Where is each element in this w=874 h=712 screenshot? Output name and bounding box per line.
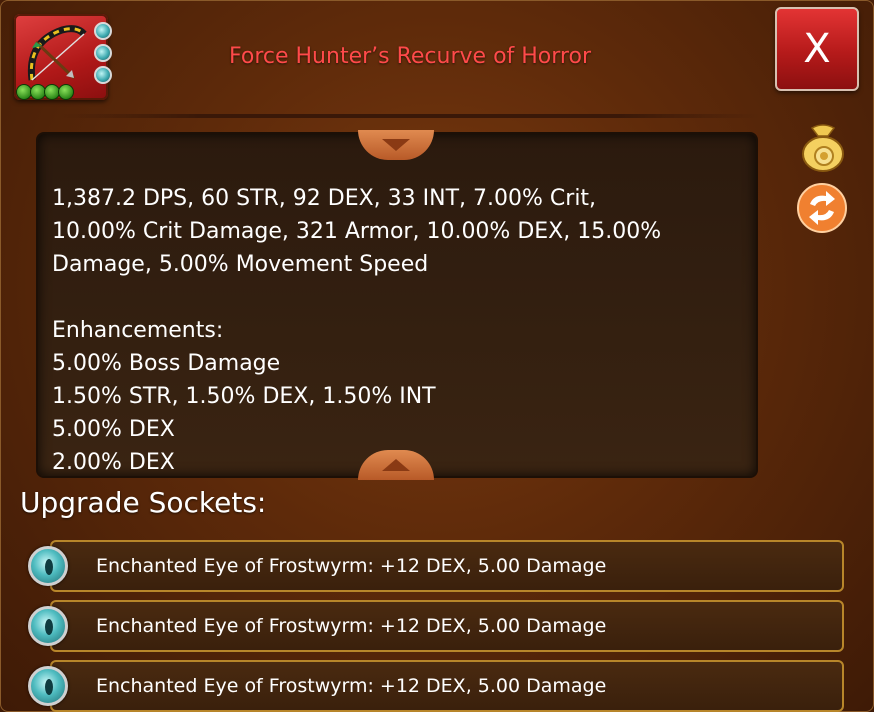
enhancements-heading: Enhancements:	[52, 318, 224, 343]
swap-item-icon[interactable]	[796, 182, 848, 234]
socket-gem-mini-icon	[94, 22, 112, 40]
socket-row[interactable]: Enchanted Eye of Frostwyrm: +12 DEX, 5.0…	[50, 660, 844, 712]
item-stats-panel[interactable]: 1,387.2 DPS, 60 STR, 92 DEX, 33 INT, 7.0…	[36, 132, 758, 478]
stats-line-partial: 1,387.2 DPS, 60 STR, 92 DEX, 33 INT, 7.0…	[52, 186, 597, 211]
enhancement-line: 1.50% STR, 1.50% DEX, 1.50% INT	[52, 384, 436, 409]
socket-gem-mini-icon	[94, 44, 112, 62]
frostwyrm-eye-gem-icon	[28, 666, 68, 706]
chevron-down-icon	[382, 139, 410, 151]
enhancement-line: 2.00% DEX	[52, 450, 175, 475]
recurve-bow-icon	[27, 25, 87, 81]
socket-row[interactable]: Enchanted Eye of Frostwyrm: +12 DEX, 5.0…	[50, 540, 844, 592]
close-button[interactable]: X	[775, 7, 859, 91]
sell-item-icon[interactable]	[798, 120, 848, 172]
item-title: Force Hunter’s Recurve of Horror	[229, 44, 591, 69]
item-icon	[14, 14, 112, 100]
stats-line: 10.00% Crit Damage, 321 Armor, 10.00% DE…	[52, 219, 662, 244]
enhancement-line: 5.00% Boss Damage	[52, 351, 281, 376]
item-stats-text: 1,387.2 DPS, 60 STR, 92 DEX, 33 INT, 7.0…	[52, 138, 752, 476]
enhancement-line: 5.00% DEX	[52, 417, 175, 442]
header-divider	[60, 114, 760, 118]
frostwyrm-eye-gem-icon	[28, 546, 68, 586]
socket-row[interactable]: Enchanted Eye of Frostwyrm: +12 DEX, 5.0…	[50, 600, 844, 652]
chevron-up-icon	[382, 459, 410, 471]
sockets-heading: Upgrade Sockets:	[20, 486, 267, 519]
socket-label: Enchanted Eye of Frostwyrm: +12 DEX, 5.0…	[96, 675, 607, 697]
socket-gem-mini-icon	[94, 66, 112, 84]
level-pip-icon	[58, 84, 74, 100]
socket-label: Enchanted Eye of Frostwyrm: +12 DEX, 5.0…	[96, 555, 607, 577]
frostwyrm-eye-gem-icon	[28, 606, 68, 646]
stats-line: Damage, 5.00% Movement Speed	[52, 252, 429, 277]
socket-label: Enchanted Eye of Frostwyrm: +12 DEX, 5.0…	[96, 615, 607, 637]
